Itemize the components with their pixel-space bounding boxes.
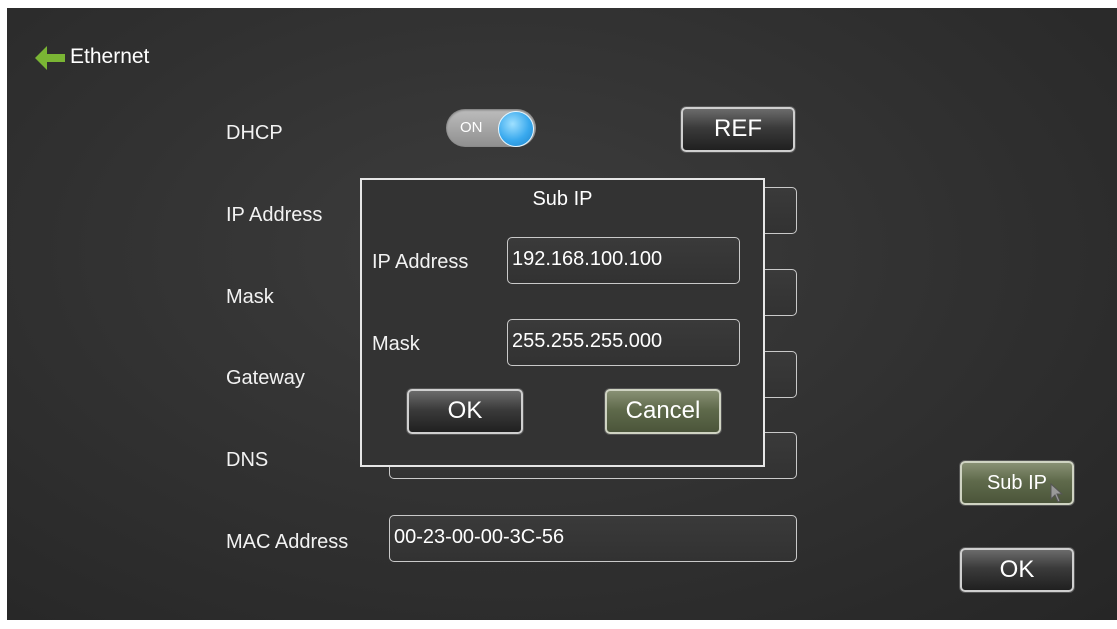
dialog-cancel-button[interactable]: Cancel <box>605 389 721 434</box>
ip-address-label: IP Address <box>226 204 323 226</box>
dialog-title: Sub IP <box>532 188 593 210</box>
ok-button[interactable]: OK <box>960 548 1074 592</box>
mac-address-label: MAC Address <box>226 531 349 553</box>
toggle-state-text: ON <box>460 119 483 136</box>
sub-ip-dialog: Sub IP IP Address 192.168.100.100 Mask 2… <box>360 178 765 467</box>
back-arrow-icon[interactable] <box>33 44 67 72</box>
dialog-ok-button[interactable]: OK <box>407 389 523 434</box>
toggle-knob <box>498 111 534 147</box>
mouse-cursor-icon <box>1050 483 1064 503</box>
gateway-label: Gateway <box>226 367 305 389</box>
dialog-ip-label: IP Address <box>372 251 469 273</box>
mac-address-field[interactable]: 00-23-00-00-3C-56 <box>389 515 797 562</box>
dhcp-toggle[interactable]: ON <box>446 109 536 147</box>
dialog-mask-input[interactable]: 255.255.255.000 <box>507 319 740 366</box>
mask-label: Mask <box>226 286 274 308</box>
ethernet-settings-screen: Ethernet DHCP ON REF IP Address Mask Gat… <box>7 8 1117 620</box>
dialog-ip-input[interactable]: 192.168.100.100 <box>507 237 740 284</box>
dns-label: DNS <box>226 449 269 471</box>
dialog-mask-label: Mask <box>372 333 420 355</box>
page-title: Ethernet <box>70 45 150 68</box>
refresh-button[interactable]: REF <box>681 107 795 152</box>
dhcp-label: DHCP <box>226 122 283 144</box>
